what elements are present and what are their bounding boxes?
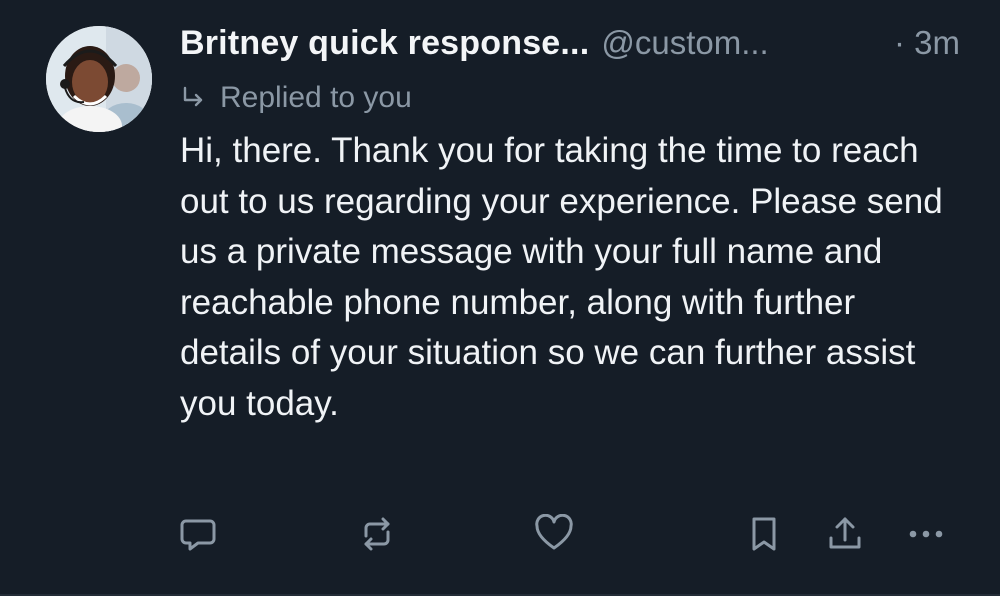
share-button[interactable]	[823, 512, 867, 556]
replied-label: Replied to you	[220, 81, 412, 114]
retweet-button[interactable]	[355, 512, 399, 556]
more-options-button[interactable]	[904, 512, 948, 556]
comment-icon	[178, 514, 218, 554]
tweet-header: Britney quick response... @custom... · 3…	[180, 24, 970, 70]
bookmark-button[interactable]	[742, 512, 786, 556]
share-icon	[825, 514, 865, 554]
more-icon	[904, 514, 948, 554]
display-name[interactable]: Britney quick response...	[180, 24, 589, 63]
reply-button[interactable]	[176, 512, 220, 556]
tweet-content: Britney quick response... @custom... · 3…	[180, 24, 970, 429]
reply-arrow-icon	[180, 85, 206, 111]
like-button[interactable]	[532, 512, 576, 556]
action-bar	[0, 512, 1000, 560]
avatar-photo-icon	[46, 26, 152, 132]
bookmark-icon	[746, 514, 782, 554]
retweet-icon	[357, 514, 397, 554]
heart-icon	[533, 514, 575, 554]
timestamp[interactable]: · 3m	[894, 24, 970, 62]
tweet-card[interactable]: Britney quick response... @custom... · 3…	[0, 0, 1000, 596]
avatar[interactable]	[46, 26, 152, 132]
replied-indicator: Replied to you	[180, 80, 970, 116]
user-handle[interactable]: @custom...	[601, 24, 768, 62]
tweet-body: Hi, there. Thank you for taking the time…	[180, 131, 943, 423]
